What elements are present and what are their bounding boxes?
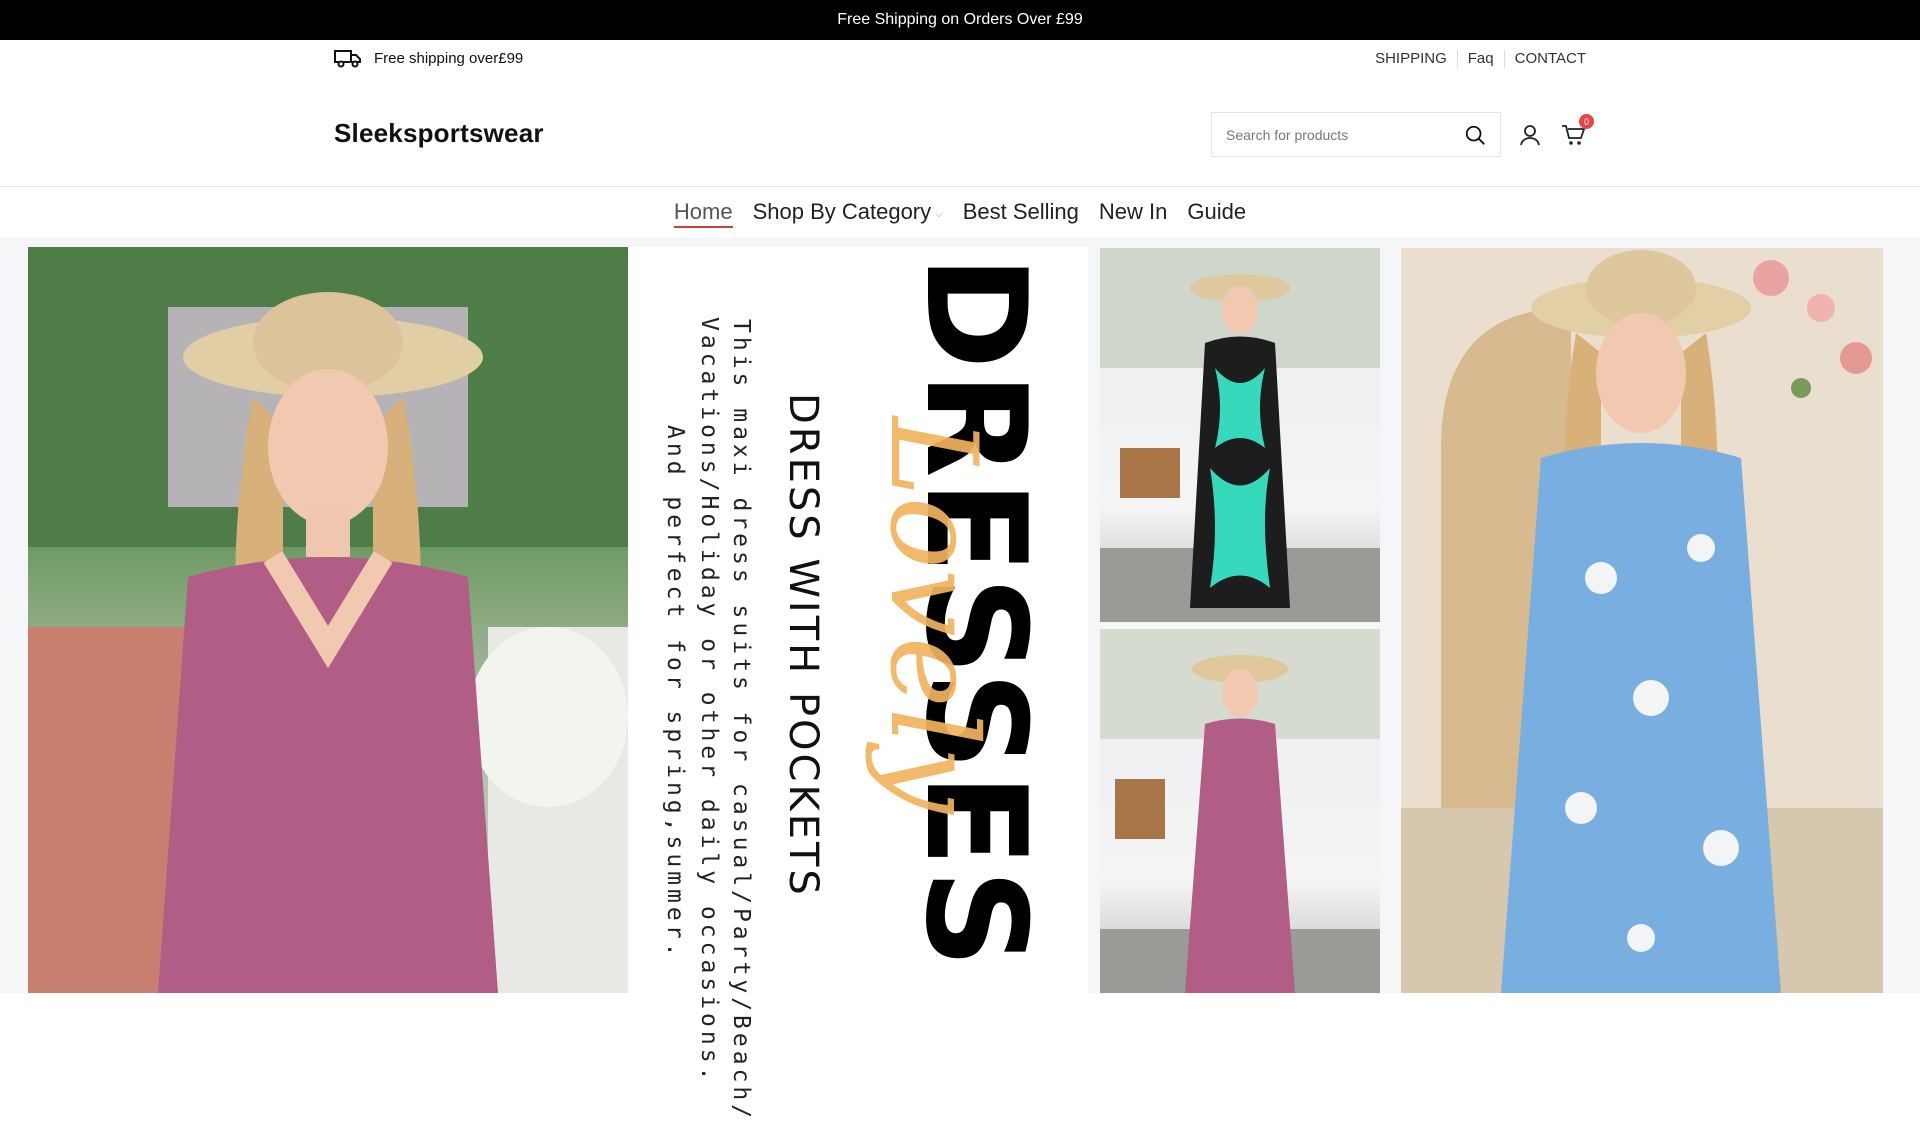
contact-link[interactable]: CONTACT — [1503, 50, 1586, 68]
nav-label-home: Home — [673, 199, 733, 224]
nav-label-new-in: New In — [1098, 199, 1168, 224]
hero-description-line: Vacations/Holiday or other daily occasio… — [696, 317, 722, 1085]
nav-item-shop-by-category[interactable]: Shop By Category ⌵ — [753, 187, 943, 238]
search-icon[interactable] — [1464, 124, 1486, 146]
hero-description-line: This maxi dress suits for casual/Party/B… — [728, 319, 754, 1122]
header-icons: 0 — [1518, 114, 1594, 148]
hero-script-text: Lovely — [863, 417, 1002, 814]
truck-icon — [334, 50, 361, 68]
nav-label-guide: Guide — [1187, 199, 1247, 224]
hero-description-line: And perfect for spring,summer. — [662, 425, 688, 961]
announcement-bar: Free Shipping on Orders Over £99 — [0, 0, 1920, 40]
site-logo[interactable]: Sleeksportswear — [334, 118, 544, 149]
search-box — [1211, 112, 1501, 157]
nav-item-guide[interactable]: Guide — [1187, 187, 1246, 238]
site-header: Sleeksportswear 0 — [0, 80, 1920, 186]
hero-image-blue-floral-dress — [1401, 248, 1883, 993]
top-links: SHIPPING Faq CONTACT — [1365, 50, 1586, 68]
search-input[interactable] — [1226, 126, 1464, 143]
shipping-info: Free shipping over£99 — [334, 48, 523, 68]
hero-image-teal-dress — [1100, 248, 1380, 622]
top-info-bar: Free shipping over£99 SHIPPING Faq CONTA… — [0, 40, 1920, 80]
nav-label-shop-by-category: Shop By Category — [752, 199, 932, 224]
announcement-text: Free Shipping on Orders Over £99 — [837, 11, 1083, 28]
shipping-link[interactable]: SHIPPING — [1365, 50, 1457, 68]
hero-banner[interactable]: DRESSES Lovely DRESS WITH POCKETS This m… — [0, 237, 1920, 1122]
hero-image-pink-dress-garden — [28, 247, 628, 993]
cart-button[interactable]: 0 — [1560, 114, 1594, 148]
cart-count-badge: 0 — [1579, 114, 1594, 129]
hero-subheadline: DRESS WITH POCKETS — [780, 393, 826, 898]
nav-item-best-selling[interactable]: Best Selling — [963, 187, 1079, 238]
shipping-text: Free shipping over£99 — [374, 49, 524, 67]
nav-label-best-selling: Best Selling — [962, 199, 1079, 224]
hero-image-pink-dress-small — [1100, 629, 1380, 993]
chevron-down-icon: ⌵ — [935, 208, 943, 220]
faq-link[interactable]: Faq — [1456, 50, 1504, 68]
nav-item-home[interactable]: Home — [673, 187, 733, 238]
main-nav: Home Shop By Category ⌵ Best Selling New… — [0, 186, 1920, 237]
account-icon[interactable] — [1518, 123, 1542, 147]
nav-item-new-in[interactable]: New In — [1099, 187, 1167, 238]
